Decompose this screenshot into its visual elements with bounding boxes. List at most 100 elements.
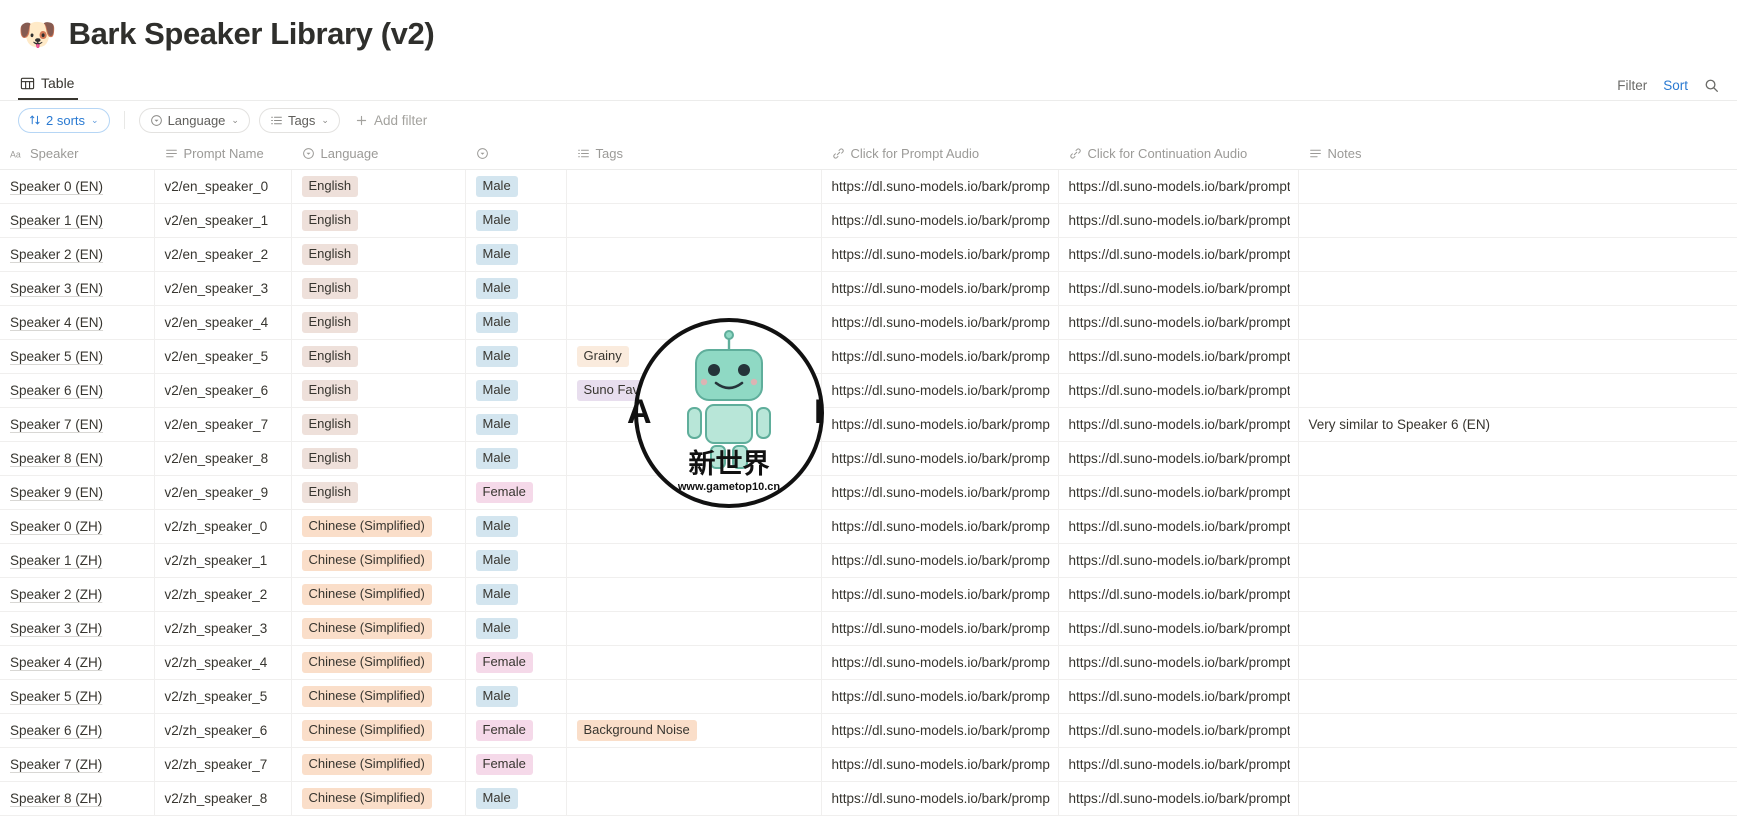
speaker-link[interactable]: Speaker 6 (ZH) bbox=[10, 723, 102, 738]
cell-speaker[interactable]: Speaker 5 (ZH) bbox=[0, 679, 155, 714]
column-header-language[interactable]: Language bbox=[291, 139, 465, 170]
prompt-audio-link[interactable]: https://dl.suno-models.io/bark/prompts/ bbox=[832, 451, 1050, 466]
cell-prompt-name[interactable]: v2/zh_speaker_8 bbox=[154, 781, 292, 816]
cell-gender[interactable]: Male bbox=[465, 781, 567, 816]
table-row[interactable]: Speaker 2 (EN) v2/en_speaker_2 English Male… bbox=[0, 237, 1737, 272]
cell-notes[interactable] bbox=[1298, 169, 1737, 204]
continuation-audio-link[interactable]: https://dl.suno-models.io/bark/prompts/ bbox=[1069, 247, 1290, 262]
cell-language[interactable]: Chinese (Simplified) bbox=[291, 543, 466, 578]
prompt-audio-link[interactable]: https://dl.suno-models.io/bark/prompts/ bbox=[832, 553, 1050, 568]
prompt-audio-link[interactable]: https://dl.suno-models.io/bark/prompts/ bbox=[832, 247, 1050, 262]
cell-continuation-audio[interactable]: https://dl.suno-models.io/bark/prompts/ bbox=[1058, 577, 1299, 612]
continuation-audio-link[interactable]: https://dl.suno-models.io/bark/prompts/ bbox=[1069, 553, 1290, 568]
cell-notes[interactable] bbox=[1298, 271, 1737, 306]
cell-notes[interactable] bbox=[1298, 441, 1737, 476]
cell-gender[interactable]: Female bbox=[465, 475, 567, 510]
cell-prompt-name[interactable]: v2/en_speaker_7 bbox=[154, 407, 292, 442]
cell-prompt-name[interactable]: v2/en_speaker_3 bbox=[154, 271, 292, 306]
speaker-link[interactable]: Speaker 2 (EN) bbox=[10, 247, 103, 262]
cell-tags[interactable] bbox=[566, 645, 822, 680]
cell-tags[interactable] bbox=[566, 203, 822, 238]
table-row[interactable]: Speaker 6 (EN) v2/en_speaker_6 English Male… bbox=[0, 373, 1737, 408]
cell-tags[interactable] bbox=[566, 237, 822, 272]
cell-prompt-audio[interactable]: https://dl.suno-models.io/bark/prompts/ bbox=[821, 543, 1059, 578]
cell-prompt-name[interactable]: v2/zh_speaker_3 bbox=[154, 611, 292, 646]
cell-speaker[interactable]: Speaker 1 (ZH) bbox=[0, 543, 155, 578]
continuation-audio-link[interactable]: https://dl.suno-models.io/bark/prompts/ bbox=[1069, 621, 1290, 636]
cell-language[interactable]: Chinese (Simplified) bbox=[291, 577, 466, 612]
cell-continuation-audio[interactable]: https://dl.suno-models.io/bark/prompts/ bbox=[1058, 543, 1299, 578]
speaker-link[interactable]: Speaker 3 (ZH) bbox=[10, 621, 102, 636]
table-row[interactable]: Speaker 5 (ZH) v2/zh_speaker_5 Chinese (Si… bbox=[0, 679, 1737, 714]
table-row[interactable]: Speaker 1 (ZH) v2/zh_speaker_1 Chinese (Si… bbox=[0, 543, 1737, 578]
cell-gender[interactable]: Male bbox=[465, 577, 567, 612]
cell-language[interactable]: English bbox=[291, 339, 466, 374]
cell-tags[interactable] bbox=[566, 781, 822, 816]
cell-tags[interactable] bbox=[566, 679, 822, 714]
continuation-audio-link[interactable]: https://dl.suno-models.io/bark/prompts/ bbox=[1069, 757, 1290, 772]
cell-gender[interactable]: Female bbox=[465, 747, 567, 782]
cell-prompt-audio[interactable]: https://dl.suno-models.io/bark/prompts/ bbox=[821, 747, 1059, 782]
speaker-link[interactable]: Speaker 4 (ZH) bbox=[10, 655, 102, 670]
cell-prompt-name[interactable]: v2/en_speaker_9 bbox=[154, 475, 292, 510]
cell-language[interactable]: Chinese (Simplified) bbox=[291, 781, 466, 816]
cell-continuation-audio[interactable]: https://dl.suno-models.io/bark/prompts/ bbox=[1058, 339, 1299, 374]
cell-gender[interactable]: Male bbox=[465, 237, 567, 272]
cell-prompt-audio[interactable]: https://dl.suno-models.io/bark/prompts/ bbox=[821, 169, 1059, 204]
cell-prompt-name[interactable]: v2/en_speaker_6 bbox=[154, 373, 292, 408]
table-row[interactable]: Speaker 4 (ZH) v2/zh_speaker_4 Chinese (Si… bbox=[0, 645, 1737, 680]
cell-tags[interactable] bbox=[566, 169, 822, 204]
continuation-audio-link[interactable]: https://dl.suno-models.io/bark/prompts/ bbox=[1069, 689, 1290, 704]
continuation-audio-link[interactable]: https://dl.suno-models.io/bark/prompts/ bbox=[1069, 417, 1290, 432]
cell-prompt-audio[interactable]: https://dl.suno-models.io/bark/prompts/ bbox=[821, 713, 1059, 748]
cell-language[interactable]: Chinese (Simplified) bbox=[291, 747, 466, 782]
cell-speaker[interactable]: Speaker 8 (EN) bbox=[0, 441, 155, 476]
cell-continuation-audio[interactable]: https://dl.suno-models.io/bark/prompts/ bbox=[1058, 475, 1299, 510]
cell-gender[interactable]: Male bbox=[465, 509, 567, 544]
cell-language[interactable]: Chinese (Simplified) bbox=[291, 645, 466, 680]
prompt-audio-link[interactable]: https://dl.suno-models.io/bark/prompts/ bbox=[832, 689, 1050, 704]
cell-gender[interactable]: Male bbox=[465, 543, 567, 578]
speaker-link[interactable]: Speaker 4 (EN) bbox=[10, 315, 103, 330]
cell-speaker[interactable]: Speaker 6 (ZH) bbox=[0, 713, 155, 748]
prompt-audio-link[interactable]: https://dl.suno-models.io/bark/prompts/ bbox=[832, 587, 1050, 602]
column-header-continuation-audio[interactable]: Click for Continuation Audio bbox=[1058, 139, 1298, 170]
cell-continuation-audio[interactable]: https://dl.suno-models.io/bark/prompts/ bbox=[1058, 407, 1299, 442]
cell-language[interactable]: English bbox=[291, 271, 466, 306]
cell-prompt-name[interactable]: v2/en_speaker_0 bbox=[154, 169, 292, 204]
cell-language[interactable]: English bbox=[291, 305, 466, 340]
speaker-link[interactable]: Speaker 8 (ZH) bbox=[10, 791, 102, 806]
prompt-audio-link[interactable]: https://dl.suno-models.io/bark/prompts/ bbox=[832, 519, 1050, 534]
cell-notes[interactable] bbox=[1298, 713, 1737, 748]
cell-prompt-name[interactable]: v2/zh_speaker_6 bbox=[154, 713, 292, 748]
cell-tags[interactable] bbox=[566, 475, 822, 510]
cell-tags[interactable] bbox=[566, 577, 822, 612]
cell-prompt-name[interactable]: v2/en_speaker_5 bbox=[154, 339, 292, 374]
table-row[interactable]: Speaker 7 (ZH) v2/zh_speaker_7 Chinese (Si… bbox=[0, 747, 1737, 782]
cell-notes[interactable] bbox=[1298, 645, 1737, 680]
cell-tags[interactable] bbox=[566, 441, 822, 476]
speaker-link[interactable]: Speaker 8 (EN) bbox=[10, 451, 103, 466]
cell-notes[interactable] bbox=[1298, 339, 1737, 374]
cell-prompt-name[interactable]: v2/zh_speaker_0 bbox=[154, 509, 292, 544]
cell-continuation-audio[interactable]: https://dl.suno-models.io/bark/prompts/ bbox=[1058, 305, 1299, 340]
cell-language[interactable]: English bbox=[291, 441, 466, 476]
column-header-prompt-name[interactable]: Prompt Name bbox=[154, 139, 291, 170]
cell-continuation-audio[interactable]: https://dl.suno-models.io/bark/prompts/ bbox=[1058, 373, 1299, 408]
cell-gender[interactable]: Male bbox=[465, 271, 567, 306]
cell-notes[interactable] bbox=[1298, 611, 1737, 646]
sorts-chip[interactable]: 2 sorts ⌄ bbox=[18, 107, 110, 133]
prompt-audio-link[interactable]: https://dl.suno-models.io/bark/prompts/ bbox=[832, 791, 1050, 806]
table-row[interactable]: Speaker 4 (EN) v2/en_speaker_4 English Male… bbox=[0, 305, 1737, 340]
search-icon[interactable] bbox=[1704, 78, 1719, 93]
prompt-audio-link[interactable]: https://dl.suno-models.io/bark/prompts/ bbox=[832, 383, 1050, 398]
continuation-audio-link[interactable]: https://dl.suno-models.io/bark/prompts/ bbox=[1069, 723, 1290, 738]
cell-prompt-audio[interactable]: https://dl.suno-models.io/bark/prompts/ bbox=[821, 203, 1059, 238]
cell-prompt-audio[interactable]: https://dl.suno-models.io/bark/prompts/ bbox=[821, 679, 1059, 714]
table-row[interactable]: Speaker 0 (ZH) v2/zh_speaker_0 Chinese (Si… bbox=[0, 509, 1737, 544]
cell-prompt-name[interactable]: v2/zh_speaker_5 bbox=[154, 679, 292, 714]
cell-notes[interactable] bbox=[1298, 509, 1737, 544]
cell-notes[interactable] bbox=[1298, 373, 1737, 408]
cell-language[interactable]: Chinese (Simplified) bbox=[291, 713, 466, 748]
cell-continuation-audio[interactable]: https://dl.suno-models.io/bark/prompts/ bbox=[1058, 781, 1299, 816]
